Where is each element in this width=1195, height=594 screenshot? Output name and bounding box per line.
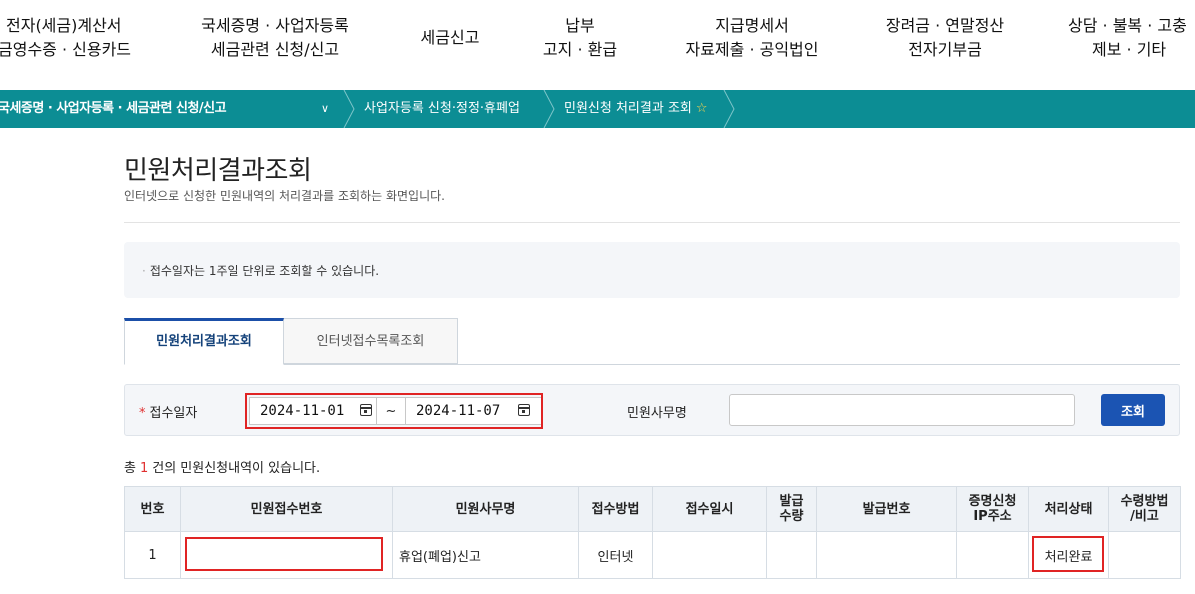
breadcrumb: 국세증명 · 사업자등록 · 세금관련 신청/신고 ∨ 사업자등록 신청·정정·…	[0, 90, 1195, 128]
highlight-box	[1032, 536, 1104, 572]
name-label: 민원사무명	[627, 406, 687, 421]
bullet-icon: ·	[142, 264, 146, 278]
chevron-right-icon	[343, 90, 355, 128]
highlight-box	[184, 536, 383, 571]
nav-line2: 제보 · 기타	[1092, 40, 1167, 59]
chevron-right-icon	[723, 90, 735, 128]
table-cell	[766, 531, 817, 579]
table-cell: 인터넷	[578, 531, 653, 579]
table-cell	[1108, 531, 1181, 579]
notice-message: 접수일자는 1주일 단위로 조회할 수 있습니다.	[149, 264, 380, 278]
nav-item-consult[interactable]: 상담 · 불복 · 고충 제보 · 기타	[1068, 14, 1195, 62]
nav-item-tax-return[interactable]: 세금신고	[410, 26, 490, 50]
page-subtitle: 인터넷으로 신청한 민원내역의 처리결과를 조회하는 화면입니다.	[124, 189, 445, 203]
page-title: 민원처리결과조회	[124, 156, 312, 186]
chevron-right-icon	[543, 90, 555, 128]
nav-line1: 장려금 · 연말정산	[885, 16, 1005, 35]
column-header: 민원접수번호	[180, 486, 393, 532]
highlight-box	[245, 393, 543, 429]
nav-line2: 세금관련 신청/신고	[210, 40, 340, 59]
top-nav: 전자(세금)계산서 금영수증 · 신용카드 국세증명 · 사업자등록 세금관련 …	[0, 0, 1195, 90]
result-table: 번호 민원접수번호 민원사무명 접수방법 접수일시 발급 수량 발급번호 증명신청 IP주소 처리상…	[124, 486, 1181, 579]
breadcrumb-item-registration[interactable]: 사업자등록 신청·정정·휴폐업	[364, 90, 520, 128]
count-number: 1	[139, 461, 149, 476]
search-button[interactable]: 조회	[1101, 394, 1165, 426]
tab-internet-receipt-list[interactable]: 인터넷접수목록조회	[284, 318, 458, 364]
nav-line1: 상담 · 불복 · 고충	[1068, 16, 1187, 35]
table-cell	[652, 531, 767, 579]
nav-line2: 고지 · 환급	[542, 40, 618, 59]
table-cell: 휴업(폐업)신고	[392, 531, 579, 579]
nav-line2: 전자기부금	[908, 40, 982, 59]
divider	[124, 222, 1180, 223]
column-header: 수령방법/비고	[1108, 486, 1181, 532]
breadcrumb-item-result[interactable]: 민원신청 처리결과 조회 ☆	[564, 90, 708, 128]
column-header: 번호	[124, 486, 181, 532]
nav-item-certificate[interactable]: 국세증명 · 사업자등록 세금관련 신청/신고	[190, 14, 360, 62]
column-header: 접수방법	[578, 486, 653, 532]
nav-line2: 자료제출 · 공익법인	[685, 40, 819, 59]
nav-line1: 납부	[565, 16, 595, 35]
nav-item-incentive[interactable]: 장려금 · 연말정산 전자기부금	[865, 14, 1025, 62]
table-cell	[816, 531, 957, 579]
nav-line1: 지급명세서	[715, 16, 789, 35]
notice-text: · 접수일자는 1주일 단위로 조회할 수 있습니다.	[142, 262, 379, 279]
table-cell	[956, 531, 1029, 579]
nav-line2: 금영수증 · 신용카드	[0, 40, 132, 59]
search-form: * 접수일자 2024-11-01 ~ 2024-11-07 민원사무명 조회	[124, 384, 1180, 436]
table-header-row: 번호 민원접수번호 민원사무명 접수방법 접수일시 발급 수량 발급번호 증명신청 IP주소 처리상…	[124, 486, 1181, 532]
chevron-down-icon[interactable]: ∨	[321, 90, 329, 128]
tab-result-lookup[interactable]: 민원처리결과조회	[124, 318, 284, 365]
column-header: 발급 수량	[766, 486, 817, 532]
nav-line1: 전자(세금)계산서	[6, 16, 122, 35]
nav-line1: 국세증명 · 사업자등록	[201, 16, 349, 35]
column-header: 처리상태	[1028, 486, 1109, 532]
result-count: 총 1 건의 민원신청내역이 있습니다.	[124, 457, 320, 476]
star-icon[interactable]: ☆	[696, 101, 708, 116]
table-cell: 처리완료	[1028, 531, 1109, 579]
nav-item-payment[interactable]: 납부 고지 · 환급	[530, 14, 630, 62]
nav-item-e-invoice[interactable]: 전자(세금)계산서 금영수증 · 신용카드	[0, 14, 148, 62]
breadcrumb-item-label: 민원신청 처리결과 조회	[564, 101, 692, 116]
date-label: * 접수일자	[139, 402, 197, 421]
required-mark: *	[139, 406, 146, 421]
column-header: 증명신청 IP주소	[956, 486, 1029, 532]
nav-item-statement[interactable]: 지급명세서 자료제출 · 공익법인	[672, 14, 832, 62]
column-header: 발급번호	[816, 486, 957, 532]
nav-line1: 세금신고	[420, 28, 480, 47]
breadcrumb-main[interactable]: 국세증명 · 사업자등록 · 세금관련 신청/신고	[0, 90, 227, 128]
date-label-text: 접수일자	[149, 406, 198, 421]
civil-affair-name-input[interactable]	[729, 394, 1075, 426]
column-header: 접수일시	[652, 486, 767, 532]
count-prefix: 총	[124, 461, 136, 476]
table-cell: 1	[124, 531, 181, 579]
notice-box: · 접수일자는 1주일 단위로 조회할 수 있습니다.	[124, 242, 1180, 298]
count-suffix: 건의 민원신청내역이 있습니다.	[152, 461, 321, 476]
column-header: 민원사무명	[392, 486, 579, 532]
